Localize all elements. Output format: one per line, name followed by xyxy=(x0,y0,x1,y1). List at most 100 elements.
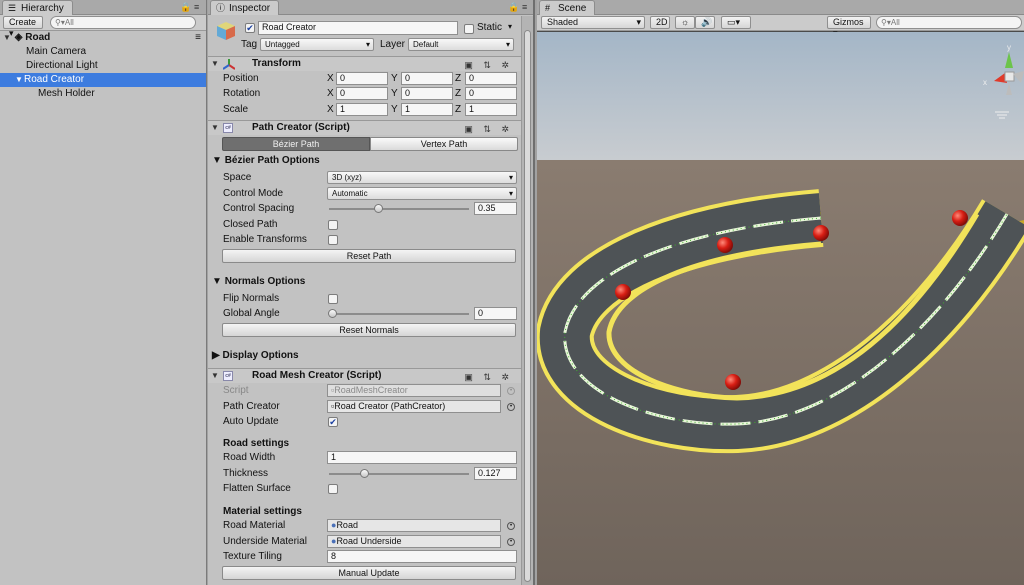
object-picker-icon[interactable]: • xyxy=(507,522,515,530)
inspector-scrollbar[interactable] xyxy=(521,16,533,585)
script-icon: c# xyxy=(223,371,233,381)
position-row: Position X 0 Y 0 Z 0 xyxy=(208,71,533,86)
road-mesh-creator-header[interactable]: ▼ c# Road Mesh Creator (Script) ▣ ⇅ ✲ xyxy=(208,368,521,383)
anchor-point[interactable] xyxy=(717,237,733,253)
gizmos-dropdown[interactable]: Gizmos ▾ xyxy=(827,16,871,38)
tag-dropdown[interactable]: Untagged xyxy=(260,38,374,51)
road-width-field[interactable]: 1 xyxy=(327,451,517,464)
control-mode-dropdown[interactable]: Automatic xyxy=(327,187,517,200)
flatten-surface-checkbox[interactable] xyxy=(328,484,338,494)
normals-options-foldout[interactable]: ▼ Normals Options xyxy=(212,276,305,287)
panel-menu-icon[interactable]: ≡ xyxy=(522,2,527,12)
control-spacing-slider[interactable] xyxy=(329,204,469,213)
scene-tab[interactable]: # Scene xyxy=(539,0,596,15)
hierarchy-item-mesh-holder[interactable]: Mesh Holder xyxy=(0,87,206,101)
gizmos-label: Gizmos xyxy=(833,17,864,27)
manual-update-button[interactable]: Manual Update xyxy=(222,566,516,580)
position-z-field[interactable]: 0 xyxy=(465,72,517,85)
control-spacing-field[interactable]: 0.35 xyxy=(474,202,517,215)
lock-icon[interactable]: 🔒 xyxy=(180,2,191,13)
bezier-options-foldout[interactable]: ▼ Bézier Path Options xyxy=(212,155,320,166)
space-row: Space 3D (xyz) xyxy=(208,170,533,185)
active-checkbox[interactable]: ✔ xyxy=(245,23,255,33)
hierarchy-search-input[interactable]: ⚲▾All xyxy=(50,16,196,29)
shading-mode-dropdown[interactable]: Shaded ▾ xyxy=(541,16,645,29)
road-material-field[interactable]: ●Road xyxy=(327,519,501,532)
scale-y-field[interactable]: 1 xyxy=(401,103,453,116)
reset-normals-button[interactable]: Reset Normals xyxy=(222,323,516,337)
component-menu-icons[interactable]: ▣ ⇅ ✲ xyxy=(464,58,513,72)
2d-toggle-button[interactable]: 2D xyxy=(650,16,670,29)
scene-root-row[interactable]: ▼ ◈ Road ≡ xyxy=(0,31,206,45)
road-material-label: Road Material xyxy=(223,520,286,531)
gizmo-center[interactable] xyxy=(1004,71,1015,82)
hierarchy-item-directional-light[interactable]: Directional Light xyxy=(0,59,206,73)
lock-icon[interactable]: 🔒 xyxy=(508,2,519,13)
anchor-point[interactable] xyxy=(615,284,631,300)
hierarchy-item-road-creator[interactable]: ▼Road Creator xyxy=(0,73,206,87)
search-placeholder: All xyxy=(890,18,900,27)
rotation-z-field[interactable]: 0 xyxy=(465,87,517,100)
script-field: ▫RoadMeshCreator xyxy=(327,384,501,397)
anchor-point[interactable] xyxy=(952,210,968,226)
closed-path-checkbox[interactable] xyxy=(328,220,338,230)
anchor-point[interactable] xyxy=(725,374,741,390)
flip-normals-checkbox[interactable] xyxy=(328,294,338,304)
transform-header[interactable]: ▼ Transform ▣ ⇅ ✲ xyxy=(208,56,521,71)
expand-caret-icon[interactable]: ▼ xyxy=(15,73,24,87)
scale-x-field[interactable]: 1 xyxy=(336,103,388,116)
rotation-y-field[interactable]: 0 xyxy=(401,87,453,100)
global-angle-slider[interactable] xyxy=(328,309,469,318)
object-name-field[interactable]: Road Creator xyxy=(258,21,458,35)
create-dropdown[interactable]: Create ▾ xyxy=(3,16,43,38)
underside-material-field[interactable]: ●Road Underside xyxy=(327,535,501,548)
scrollbar-thumb[interactable] xyxy=(524,30,531,582)
slider-knob[interactable] xyxy=(328,309,337,318)
object-picker-icon[interactable]: • xyxy=(507,403,515,411)
layer-dropdown[interactable]: Default xyxy=(408,38,514,51)
foldout-caret-icon[interactable]: ▼ xyxy=(211,57,220,71)
static-dropdown-icon[interactable]: ▾ xyxy=(508,22,512,31)
scene-search-input[interactable]: ⚲▾All xyxy=(876,16,1022,29)
hierarchy-tab[interactable]: ☰ Hierarchy xyxy=(2,0,73,15)
scale-z-field[interactable]: 1 xyxy=(465,103,517,116)
vertex-path-tab[interactable]: Vertex Path xyxy=(370,137,518,151)
position-x-field[interactable]: 0 xyxy=(336,72,388,85)
path-creator-value: Road Creator (PathCreator) xyxy=(334,401,446,411)
texture-tiling-field[interactable]: 8 xyxy=(327,550,517,563)
enable-transforms-checkbox[interactable] xyxy=(328,235,338,245)
foldout-caret-icon[interactable]: ▼ xyxy=(211,369,220,383)
space-dropdown[interactable]: 3D (xyz) xyxy=(327,171,517,184)
thickness-field[interactable]: 0.127 xyxy=(474,467,517,480)
effects-dropdown-icon[interactable]: ▭▾ xyxy=(721,16,751,29)
audio-toggle-icon[interactable]: 🔊 xyxy=(695,16,715,29)
path-creator-field[interactable]: ▫Road Creator (PathCreator) xyxy=(327,400,501,413)
object-picker-icon[interactable]: • xyxy=(507,538,515,546)
path-creator-header[interactable]: ▼ c# Path Creator (Script) ▣ ⇅ ✲ xyxy=(208,120,521,135)
lighting-toggle-icon[interactable]: ☼ xyxy=(675,16,695,29)
slider-knob[interactable] xyxy=(360,469,369,478)
hierarchy-item-main-camera[interactable]: Main Camera xyxy=(0,45,206,59)
auto-update-label: Auto Update xyxy=(223,416,279,427)
panel-menu-icon[interactable]: ≡ xyxy=(194,2,199,12)
reset-path-button[interactable]: Reset Path xyxy=(222,249,516,263)
road-settings-area: Road settings Road Width 1 Thickness 0.1… xyxy=(208,436,533,585)
foldout-caret-icon[interactable]: ▼ xyxy=(211,121,220,135)
expand-caret-icon[interactable]: ▼ xyxy=(3,31,12,45)
global-angle-field[interactable]: 0 xyxy=(474,307,517,320)
component-menu-icons[interactable]: ▣ ⇅ ✲ xyxy=(464,370,513,384)
static-checkbox[interactable] xyxy=(464,24,474,34)
thickness-slider[interactable] xyxy=(329,469,469,478)
auto-update-checkbox[interactable]: ✔ xyxy=(328,417,338,427)
bezier-path-tab[interactable]: Bézier Path xyxy=(222,137,370,151)
rotation-x-field[interactable]: 0 xyxy=(336,87,388,100)
display-options-foldout[interactable]: ▶ Display Options xyxy=(212,350,299,361)
anchor-point[interactable] xyxy=(813,225,829,241)
scene-menu-icon[interactable]: ≡ xyxy=(195,31,201,45)
inspector-tab[interactable]: ⓘ Inspector xyxy=(210,0,280,15)
position-y-field[interactable]: 0 xyxy=(401,72,453,85)
slider-knob[interactable] xyxy=(374,204,383,213)
scene-tabbar: # Scene xyxy=(537,0,1024,15)
component-menu-icons[interactable]: ▣ ⇅ ✲ xyxy=(464,122,513,136)
scene-viewport[interactable]: y x xyxy=(537,32,1024,585)
